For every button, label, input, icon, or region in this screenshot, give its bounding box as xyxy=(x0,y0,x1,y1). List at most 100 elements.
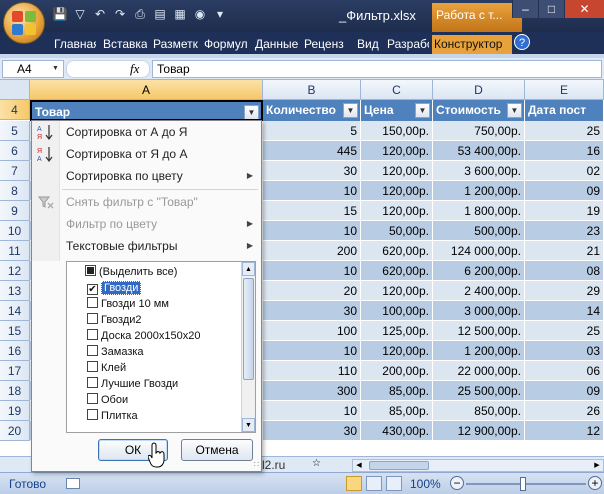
table-cell[interactable]: 15 xyxy=(263,201,361,221)
table-cell[interactable]: 3 600,00р. xyxy=(433,161,525,181)
header-cell-cost[interactable]: Стоимость ▼ xyxy=(433,100,525,121)
normal-view-icon[interactable] xyxy=(346,476,362,491)
checkbox-icon[interactable] xyxy=(87,313,98,324)
checkbox-icon[interactable] xyxy=(87,345,98,356)
zoom-slider-thumb[interactable] xyxy=(520,477,526,491)
column-header-e[interactable]: E xyxy=(525,80,604,100)
table-cell[interactable]: 12 500,00р. xyxy=(433,321,525,341)
filter-dropdown-icon[interactable]: ▼ xyxy=(507,103,522,118)
checkbox-icon[interactable] xyxy=(87,329,98,340)
scroll-up-icon[interactable]: ▲ xyxy=(242,262,255,276)
row-header[interactable]: 15 xyxy=(0,321,30,341)
chevron-down-icon[interactable]: ▼ xyxy=(52,65,59,72)
table-cell[interactable]: 30 xyxy=(263,301,361,321)
table-cell[interactable]: 14 xyxy=(525,301,604,321)
scroll-down-icon[interactable]: ▼ xyxy=(242,418,255,432)
table-cell[interactable]: 100 xyxy=(263,321,361,341)
sort-by-color-item[interactable]: Сортировка по цвету ▶ xyxy=(32,165,261,187)
sort-a-to-z-item[interactable]: АЯ Сортировка от А до Я xyxy=(32,121,261,143)
table-cell[interactable]: 1 200,00р. xyxy=(433,181,525,201)
table-cell[interactable]: 06 xyxy=(525,361,604,381)
row-header[interactable]: 7 xyxy=(0,161,30,181)
column-header-c[interactable]: C xyxy=(361,80,433,100)
tab-view[interactable]: Вид xyxy=(355,35,381,54)
filter-value-item[interactable]: Обои xyxy=(87,392,128,408)
table-cell[interactable]: 300 xyxy=(263,381,361,401)
header-cell-price[interactable]: Цена ▼ xyxy=(361,100,433,121)
table-cell[interactable]: 200,00р. xyxy=(361,361,433,381)
tab-data[interactable]: Данные xyxy=(253,35,299,54)
table-cell[interactable]: 23 xyxy=(525,221,604,241)
customize-icon[interactable]: ▾ xyxy=(212,6,228,22)
filter-value-item[interactable]: Замазка xyxy=(87,344,144,360)
header-cell-quantity[interactable]: Количество ▼ xyxy=(263,100,361,121)
save-icon[interactable]: 💾 xyxy=(52,6,68,22)
table-cell[interactable]: 19 xyxy=(525,201,604,221)
cancel-button[interactable]: Отмена xyxy=(181,439,253,461)
select-all-corner[interactable] xyxy=(0,80,30,100)
macro-record-icon[interactable] xyxy=(66,478,80,489)
filter-by-color-item[interactable]: Фильтр по цвету ▶ xyxy=(32,213,261,235)
tab-review[interactable]: Реценз xyxy=(302,35,352,54)
table-cell[interactable]: 02 xyxy=(525,161,604,181)
table-cell[interactable]: 16 xyxy=(525,141,604,161)
row-header[interactable]: 9 xyxy=(0,201,30,221)
table-cell[interactable]: 29 xyxy=(525,281,604,301)
table-cell[interactable]: 125,00р. xyxy=(361,321,433,341)
zoom-in-icon[interactable]: + xyxy=(588,476,602,490)
table-cell[interactable]: 6 200,00р. xyxy=(433,261,525,281)
table-cell[interactable]: 53 400,00р. xyxy=(433,141,525,161)
table-cell[interactable]: 30 xyxy=(263,421,361,441)
table-cell[interactable]: 10 xyxy=(263,261,361,281)
table-cell[interactable]: 85,00р. xyxy=(361,381,433,401)
table-cell[interactable]: 750,00р. xyxy=(433,121,525,141)
tab-formulas[interactable]: Формул xyxy=(202,35,250,54)
table-cell[interactable]: 124 000,00р. xyxy=(433,241,525,261)
table-cell[interactable]: 26 xyxy=(525,401,604,421)
table-cell[interactable]: 1 200,00р. xyxy=(433,341,525,361)
sort-z-to-a-item[interactable]: ЯА Сортировка от Я до А xyxy=(32,143,261,165)
zoom-slider[interactable] xyxy=(466,483,586,485)
help-icon[interactable]: ? xyxy=(514,34,530,50)
open-icon[interactable]: ▦ xyxy=(172,6,188,22)
table-cell[interactable]: 5 xyxy=(263,121,361,141)
row-header[interactable]: 6 xyxy=(0,141,30,161)
filter-icon[interactable]: ▽ xyxy=(72,6,88,22)
table-cell[interactable]: 445 xyxy=(263,141,361,161)
table-cell[interactable]: 120,00р. xyxy=(361,281,433,301)
redo-icon[interactable]: ↷ xyxy=(112,6,128,22)
hscroll-thumb[interactable] xyxy=(369,461,429,470)
row-header[interactable]: 12 xyxy=(0,261,30,281)
checkbox-icon[interactable]: ✔ xyxy=(87,284,98,295)
table-cell[interactable]: 10 xyxy=(263,341,361,361)
close-icon[interactable]: ✕ xyxy=(564,0,604,18)
row-header[interactable]: 14 xyxy=(0,301,30,321)
table-cell[interactable]: 430,00р. xyxy=(361,421,433,441)
checkbox-icon[interactable] xyxy=(87,409,98,420)
row-header[interactable]: 13 xyxy=(0,281,30,301)
table-cell[interactable]: 10 xyxy=(263,181,361,201)
row-header[interactable]: 10 xyxy=(0,221,30,241)
horizontal-scrollbar[interactable]: ◀ ▶ xyxy=(352,459,604,472)
filter-dropdown-icon[interactable]: ▼ xyxy=(343,103,358,118)
insert-function-icon[interactable]: fx xyxy=(130,61,139,77)
page-layout-view-icon[interactable] xyxy=(366,476,382,491)
sheet-tab[interactable]: l2.ru xyxy=(262,457,285,473)
clear-filter-item[interactable]: Снять фильтр с "Товар" xyxy=(32,191,261,213)
table-cell[interactable]: 25 xyxy=(525,321,604,341)
header-cell-date[interactable]: Дата пост xyxy=(525,100,604,121)
table-cell[interactable]: 150,00р. xyxy=(361,121,433,141)
table-cell[interactable]: 85,00р. xyxy=(361,401,433,421)
checkbox-icon[interactable] xyxy=(87,377,98,388)
tab-page-layout[interactable]: Разметк xyxy=(151,35,199,54)
row-header[interactable]: 16 xyxy=(0,341,30,361)
filter-value-item[interactable]: Плитка xyxy=(87,408,138,424)
table-cell[interactable]: 50,00р. xyxy=(361,221,433,241)
table-cell[interactable]: 120,00р. xyxy=(361,201,433,221)
page-break-view-icon[interactable] xyxy=(386,476,402,491)
table-cell[interactable]: 08 xyxy=(525,261,604,281)
filter-value-item[interactable]: Гвозди2 xyxy=(87,312,142,328)
table-cell[interactable]: 25 500,00р. xyxy=(433,381,525,401)
table-cell[interactable]: 12 900,00р. xyxy=(433,421,525,441)
table-cell[interactable]: 100,00р. xyxy=(361,301,433,321)
